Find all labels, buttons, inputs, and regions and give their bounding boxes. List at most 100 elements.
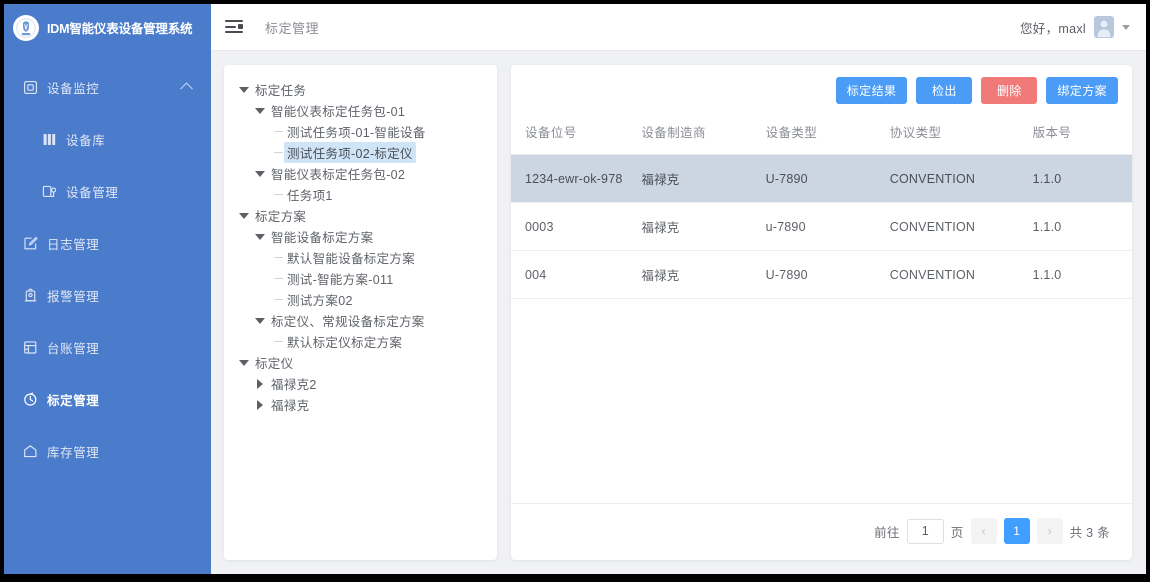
tree-toggle-leaf-icon[interactable] [268, 299, 284, 300]
sidebar-item-2[interactable]: 设备管理 [4, 165, 211, 217]
table-cell: CONVENTION [889, 154, 1033, 203]
tree-node-label: 智能仪表标定任务包-02 [271, 168, 406, 182]
sidebar-item-5[interactable]: 台账管理 [4, 321, 211, 373]
tree-node-10[interactable]: 测试方案02 [234, 289, 487, 310]
tree-toggle-down-icon[interactable] [252, 318, 268, 324]
brand-area[interactable]: IDM智能仪表设备管理系统 [4, 4, 211, 51]
sidebar-item-7[interactable]: 库存管理 [4, 425, 211, 477]
greeting-text: 您好，maxl [1020, 21, 1086, 36]
tree-toggle-leaf-icon[interactable] [268, 131, 284, 132]
tree-node-2[interactable]: 测试任务项-01-智能设备 [234, 121, 487, 142]
menu-collapse-icon[interactable] [225, 19, 243, 35]
sidebar-item-label: 日志管理 [47, 237, 100, 252]
pagination-page-1-button[interactable]: 1 [1003, 518, 1030, 544]
tree-node-3[interactable]: 测试任务项-02-标定仪 [234, 142, 487, 163]
tree-node-label: 默认智能设备标定方案 [287, 252, 416, 266]
tree-node-4[interactable]: 智能仪表标定任务包-02 [234, 163, 487, 184]
tree-toggle-down-icon[interactable] [236, 87, 252, 93]
table-cell: 004 [511, 250, 642, 299]
app-logo-icon [13, 14, 39, 41]
tree-toggle-down-icon[interactable] [252, 108, 268, 114]
tree-node-7[interactable]: 智能设备标定方案 [234, 226, 487, 247]
tree-toggle-leaf-icon[interactable] [268, 278, 284, 279]
table-cell: U-7890 [765, 154, 890, 203]
table-header-row: 设备位号 设备制造商 设备类型 协议类型 版本号 [511, 114, 1132, 155]
tree-toggle-down-icon[interactable] [236, 213, 252, 219]
pagination-page-input[interactable] [906, 518, 944, 544]
table-column-header-4: 版本号 [1032, 114, 1132, 155]
toolbar-button-2[interactable]: 删除 [981, 77, 1038, 104]
tree-node-1[interactable]: 智能仪表标定任务包-01 [234, 100, 487, 121]
calibration-icon [23, 391, 38, 407]
brand-title: IDM智能仪表设备管理系统 [47, 22, 193, 36]
monitor-icon [23, 80, 38, 95]
tree-node-5[interactable]: 任务项1 [234, 184, 487, 205]
sidebar-item-label: 设备库 [66, 133, 106, 148]
sidebar-item-6[interactable]: 标定管理 [4, 373, 211, 425]
tree-node-15[interactable]: 福禄克 [234, 394, 487, 415]
tree-toggle-down-icon[interactable] [252, 234, 268, 240]
tree-toggle-down-icon[interactable] [236, 360, 252, 366]
tree-node-label: 标定任务 [255, 84, 307, 98]
table-cell: 0003 [511, 202, 642, 251]
library-icon [42, 132, 57, 147]
tree-toggle-down-icon[interactable] [252, 171, 268, 177]
table-row[interactable]: 1234-ewr-ok-978 福禄克 U-7890 CONVENTION 1.1.0 [511, 154, 1132, 203]
tree-node-label: 标定仪、常规设备标定方案 [271, 315, 425, 329]
table-head: 设备位号 设备制造商 设备类型 协议类型 版本号 [511, 114, 1132, 155]
table-column-header-2: 设备类型 [765, 114, 890, 155]
tree-toggle-leaf-icon[interactable] [268, 341, 284, 342]
tree-node-11[interactable]: 标定仪、常规设备标定方案 [234, 310, 487, 331]
sidebar-item-3[interactable]: 日志管理 [4, 217, 211, 269]
calibration-tree-panel: 标定任务智能仪表标定任务包-01 测试任务项-01-智能设备 测试任务项-02-标定… [224, 65, 497, 560]
toolbar-button-1[interactable]: 检出 [916, 77, 973, 104]
tree-node-label: 默认标定仪标定方案 [287, 336, 403, 350]
table-row[interactable]: 0003 福禄克 u-7890 CONVENTION 1.1.0 [511, 202, 1132, 251]
tree-node-0[interactable]: 标定任务 [234, 79, 487, 100]
user-menu-chevron-down-icon[interactable] [1122, 24, 1130, 30]
avatar[interactable] [1094, 16, 1114, 38]
tree-node-12[interactable]: 默认标定仪标定方案 [234, 331, 487, 352]
app-window: IDM智能仪表设备管理系统 标定管理 您好，maxl 设备监控 设备库 设备管理… [4, 4, 1146, 574]
tree-toggle-leaf-icon[interactable] [268, 152, 284, 153]
tree-node-6[interactable]: 标定方案 [234, 205, 487, 226]
tree-node-9[interactable]: 测试-智能方案-011 [234, 268, 487, 289]
sidebar-item-4[interactable]: 报警管理 [4, 269, 211, 321]
tree-toggle-leaf-icon[interactable] [268, 257, 284, 258]
tree-toggle-leaf-icon[interactable] [268, 194, 284, 195]
sidebar: 设备监控设备库设备管理日志管理报警管理台账管理 标定管理 库存管理 [4, 51, 211, 574]
tree-node-label: 福禄克2 [271, 378, 317, 392]
pagination-goto-label: 前往 [874, 525, 900, 540]
toolbar-button-0[interactable]: 标定结果 [835, 77, 908, 104]
tree-toggle-right-icon[interactable] [252, 400, 268, 410]
toolbar-buttons: 标定结果 检出 删除 绑定方案 [511, 65, 1132, 114]
sidebar-item-1[interactable]: 设备库 [4, 113, 211, 165]
sidebar-item-label: 报警管理 [47, 289, 100, 304]
tree-node-label: 标定方案 [255, 210, 307, 224]
toolbar-button-3[interactable]: 绑定方案 [1046, 77, 1118, 104]
sidebar-item-label: 设备监控 [47, 81, 100, 96]
tree-node-14[interactable]: 福禄克2 [234, 373, 487, 394]
tree-toggle-right-icon[interactable] [252, 379, 268, 389]
ledger-icon [23, 340, 38, 355]
alarm-icon [23, 287, 38, 303]
sidebar-item-0[interactable]: 设备监控 [4, 61, 211, 113]
table-row[interactable]: 004 福禄克 U-7890 CONVENTION 1.1.0 [511, 250, 1132, 299]
tree-node-label: 智能设备标定方案 [271, 231, 374, 245]
content-area: 标定任务智能仪表标定任务包-01 测试任务项-01-智能设备 测试任务项-02-标定… [211, 51, 1146, 574]
pagination-prev-button[interactable]: ‹ [970, 518, 997, 544]
table-column-header-1: 设备制造商 [641, 114, 766, 155]
sidebar-item-label: 设备管理 [66, 185, 119, 200]
tree-node-label: 测试方案02 [287, 294, 353, 308]
device-table-panel: 标定结果 检出 删除 绑定方案 设备位号 设备制造商 设备类型 协议类型 版本号 1234-e… [511, 65, 1132, 560]
pagination-next-button[interactable]: › [1036, 518, 1063, 544]
user-area[interactable]: 您好，maxl [1020, 16, 1130, 38]
table-cell: CONVENTION [889, 250, 1033, 299]
table-column-header-0: 设备位号 [511, 114, 642, 155]
sidebar-collapse-chevron-up-icon[interactable] [180, 82, 193, 96]
tree-node-8[interactable]: 默认智能设备标定方案 [234, 247, 487, 268]
table-body: 1234-ewr-ok-978 福禄克 U-7890 CONVENTION 1.1.0 0… [511, 154, 1132, 299]
device-manage-icon [42, 184, 57, 199]
top-bar: IDM智能仪表设备管理系统 标定管理 您好，maxl [4, 4, 1146, 51]
tree-node-13[interactable]: 标定仪 [234, 352, 487, 373]
